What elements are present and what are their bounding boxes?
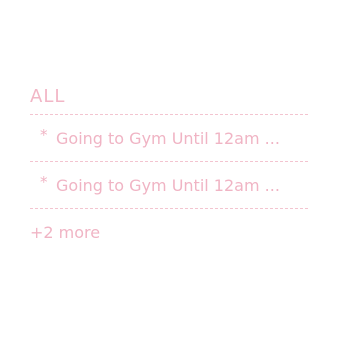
task-list-widget: ALL * Going to Gym Until 12am ... * Goin… bbox=[30, 84, 308, 247]
divider bbox=[30, 208, 308, 209]
list-item[interactable]: * Going to Gym Until 12am ... bbox=[30, 162, 308, 208]
bullet-icon: * bbox=[40, 126, 48, 144]
bullet-icon: * bbox=[40, 173, 48, 191]
more-items-link[interactable]: +2 more bbox=[30, 219, 308, 247]
list-item-text: Going to Gym Until 12am ... bbox=[56, 128, 280, 148]
list-item-text: Going to Gym Until 12am ... bbox=[56, 175, 280, 195]
list-item[interactable]: * Going to Gym Until 12am ... bbox=[30, 115, 308, 161]
list-header[interactable]: ALL bbox=[30, 84, 308, 114]
